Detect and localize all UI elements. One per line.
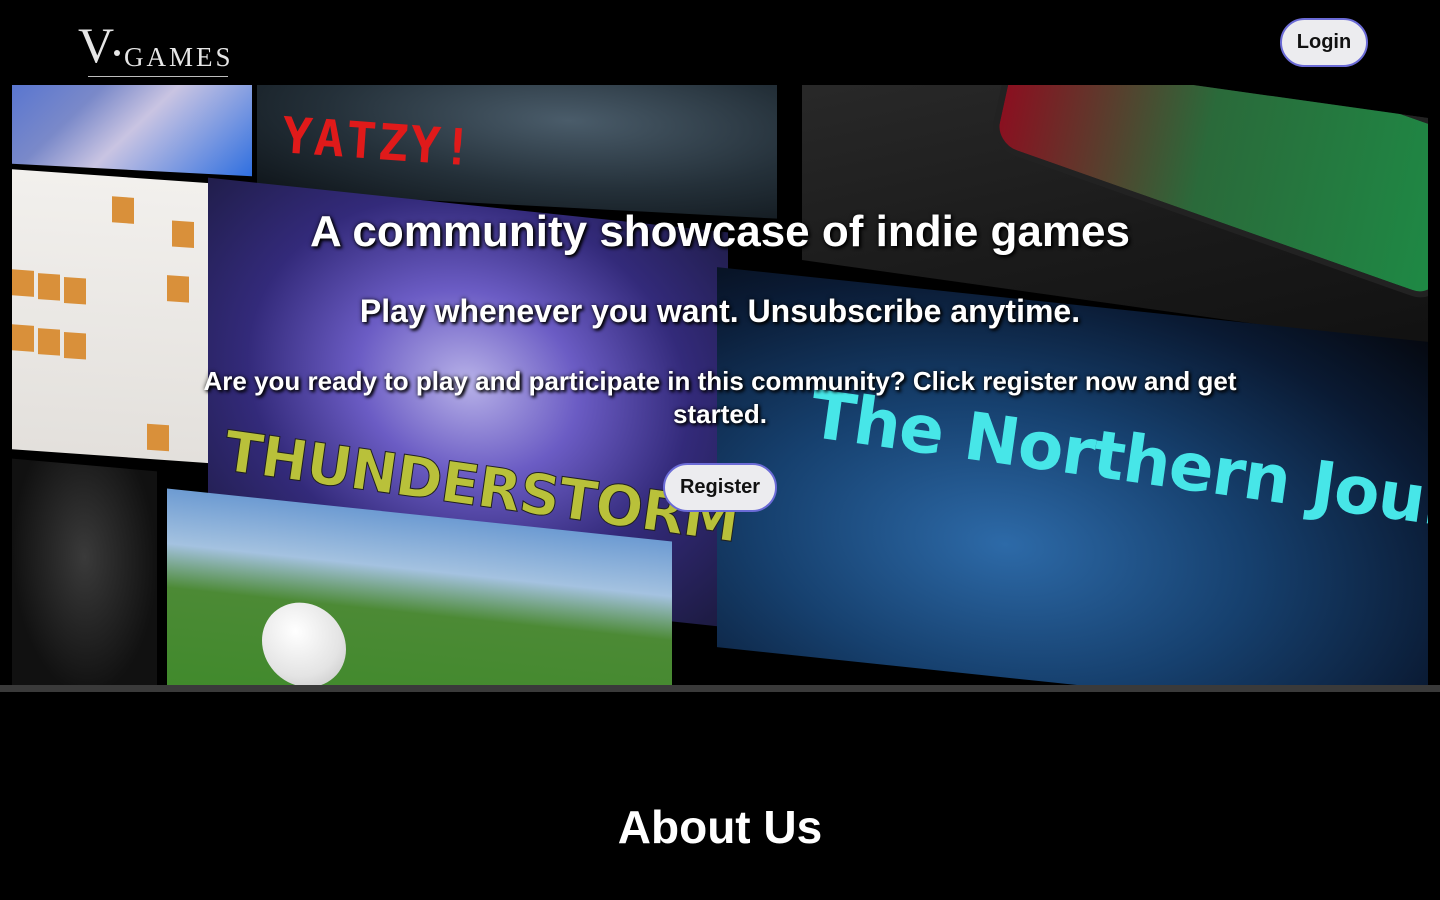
hero-title: A community showcase of indie games: [310, 207, 1130, 256]
hero-section: YATZY! THUNDERSTORM The Northern Journey…: [0, 85, 1440, 685]
hero-subtitle: Play whenever you want. Unsubscribe anyt…: [359, 293, 1081, 329]
logo-underline: [88, 76, 228, 77]
vgames-logo[interactable]: V GAMES: [78, 17, 231, 80]
site-header: V GAMES Login: [0, 0, 1440, 85]
login-button[interactable]: Login: [1280, 18, 1368, 67]
logo-dot: [114, 50, 120, 56]
logo-v: V: [78, 17, 114, 73]
section-divider: [0, 685, 1440, 692]
logo-games: GAMES: [124, 42, 234, 72]
about-us-heading: About Us: [617, 801, 823, 853]
hero-content: A community showcase of indie games Play…: [0, 85, 1440, 685]
hero-call-to-action-text: Are you ready to play and participate in…: [203, 366, 1237, 429]
register-button[interactable]: Register: [663, 463, 777, 512]
